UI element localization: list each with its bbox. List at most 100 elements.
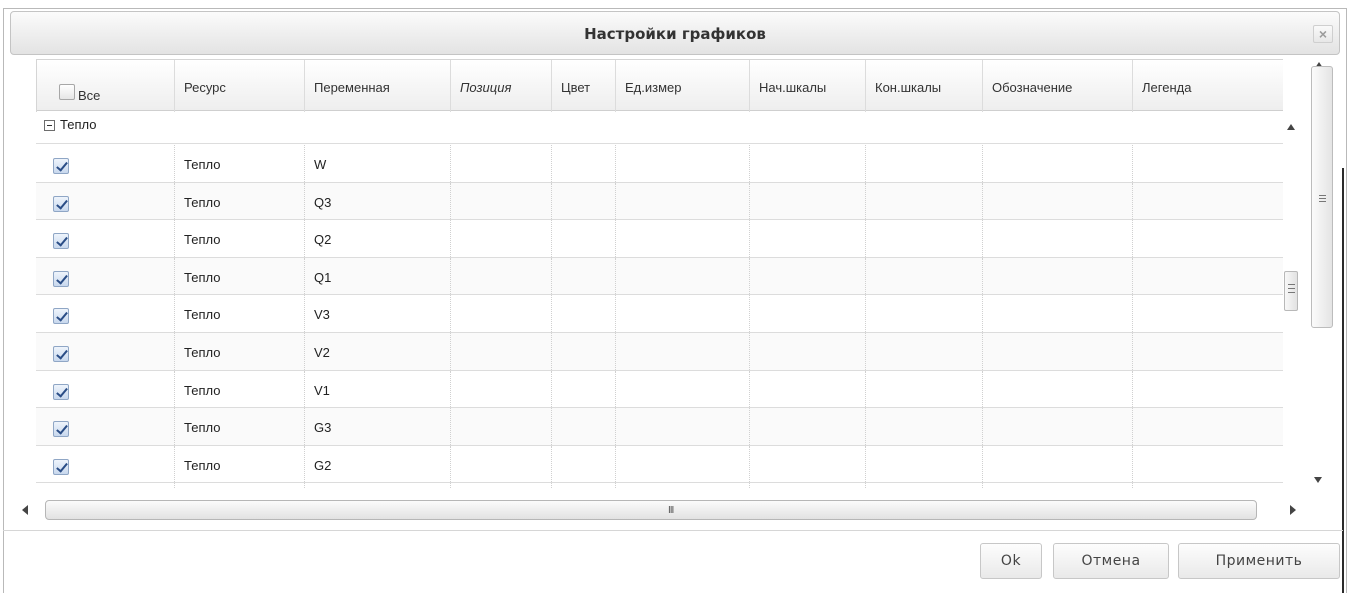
scale-end-cell[interactable] <box>865 408 982 445</box>
table-row[interactable]: Тепло G2 <box>36 445 1283 484</box>
row-select-cell[interactable] <box>36 333 174 370</box>
col-scale-end-header[interactable]: Кон.шкалы <box>865 60 982 112</box>
color-cell[interactable] <box>551 145 615 182</box>
position-cell[interactable] <box>450 145 551 182</box>
legend-cell[interactable] <box>1132 332 1283 370</box>
resource-cell[interactable]: Тепло <box>174 145 304 182</box>
close-icon[interactable]: × <box>1313 25 1333 43</box>
table-row[interactable]: Тепло V1 <box>36 370 1283 409</box>
scale-end-cell[interactable] <box>865 370 982 408</box>
row-checkbox[interactable] <box>53 158 69 174</box>
legend-cell[interactable] <box>1132 295 1283 332</box>
scale-start-cell[interactable] <box>749 370 865 408</box>
color-cell[interactable] <box>551 408 615 445</box>
row-select-cell[interactable] <box>36 446 174 483</box>
row-checkbox[interactable] <box>53 383 69 400</box>
row-checkbox[interactable] <box>53 458 69 475</box>
designation-cell[interactable] <box>982 220 1132 257</box>
scale-start-cell[interactable] <box>749 445 865 483</box>
unit-cell[interactable] <box>615 182 749 220</box>
arrow-up-icon[interactable] <box>1287 124 1295 130</box>
unit-cell[interactable] <box>615 332 749 370</box>
color-cell[interactable] <box>551 332 615 370</box>
grid-vertical-scroll-thumb[interactable] <box>1284 271 1298 311</box>
arrow-right-icon[interactable] <box>1290 505 1296 515</box>
col-resource-header[interactable]: Ресурс <box>174 60 304 112</box>
row-select-cell[interactable] <box>36 371 174 408</box>
scale-end-cell[interactable] <box>865 295 982 332</box>
designation-cell[interactable] <box>982 257 1132 295</box>
legend-cell[interactable] <box>1132 370 1283 408</box>
row-checkbox[interactable] <box>53 345 69 362</box>
col-legend-header[interactable]: Легенда <box>1132 60 1283 112</box>
table-row[interactable]: Тепло W <box>36 145 1283 183</box>
color-cell[interactable] <box>551 220 615 257</box>
scale-end-cell[interactable] <box>865 145 982 182</box>
designation-cell[interactable] <box>982 370 1132 408</box>
scale-start-cell[interactable] <box>749 332 865 370</box>
row-checkbox[interactable] <box>53 308 69 325</box>
scale-end-cell[interactable] <box>865 182 982 220</box>
position-cell[interactable] <box>450 220 551 257</box>
scale-start-cell[interactable] <box>749 257 865 295</box>
designation-cell[interactable] <box>982 145 1132 182</box>
designation-cell[interactable] <box>982 332 1132 370</box>
col-variable-header[interactable]: Переменная <box>304 60 450 112</box>
unit-cell[interactable] <box>615 145 749 182</box>
resource-cell[interactable]: Тепло <box>174 445 304 483</box>
col-unit-header[interactable]: Ед.измер <box>615 60 749 112</box>
unit-cell[interactable] <box>615 257 749 295</box>
scale-start-cell[interactable] <box>749 220 865 257</box>
row-select-cell[interactable] <box>36 295 174 332</box>
resource-cell[interactable]: Тепло <box>174 295 304 332</box>
table-row[interactable]: Тепло Q3 <box>36 182 1283 221</box>
color-cell[interactable] <box>551 370 615 408</box>
legend-cell[interactable] <box>1132 220 1283 257</box>
horizontal-scrollbar-thumb[interactable]: III <box>45 500 1257 520</box>
col-position-header[interactable]: Позиция <box>450 60 551 112</box>
legend-cell[interactable] <box>1132 257 1283 295</box>
position-cell[interactable] <box>450 182 551 220</box>
unit-cell[interactable] <box>615 445 749 483</box>
scale-end-cell[interactable] <box>865 445 982 483</box>
legend-cell[interactable] <box>1132 145 1283 182</box>
cancel-button[interactable]: Отмена <box>1053 543 1169 579</box>
table-row[interactable]: Тепло Q2 <box>36 220 1283 258</box>
table-row[interactable] <box>36 483 1283 489</box>
ok-button[interactable]: Ok <box>980 543 1042 579</box>
col-select-all-header[interactable]: Все <box>36 60 174 112</box>
group-row-teplo[interactable]: Тепло <box>36 111 1283 144</box>
variable-cell[interactable]: V2 <box>304 332 450 370</box>
color-cell[interactable] <box>551 295 615 332</box>
unit-cell[interactable] <box>615 408 749 445</box>
position-cell[interactable] <box>450 332 551 370</box>
col-scale-start-header[interactable]: Нач.шкалы <box>749 60 865 112</box>
resource-cell[interactable]: Тепло <box>174 182 304 220</box>
scale-end-cell[interactable] <box>865 220 982 257</box>
arrow-down-icon[interactable] <box>1314 477 1322 483</box>
scale-start-cell[interactable] <box>749 182 865 220</box>
row-checkbox[interactable] <box>53 195 69 212</box>
position-cell[interactable] <box>450 257 551 295</box>
table-row[interactable]: Тепло Q1 <box>36 257 1283 296</box>
scale-start-cell[interactable] <box>749 295 865 332</box>
variable-cell[interactable]: Q1 <box>304 257 450 295</box>
unit-cell[interactable] <box>615 220 749 257</box>
designation-cell[interactable] <box>982 182 1132 220</box>
resource-cell[interactable]: Тепло <box>174 220 304 257</box>
legend-cell[interactable] <box>1132 408 1283 445</box>
row-select-cell[interactable] <box>36 258 174 295</box>
legend-cell[interactable] <box>1132 182 1283 220</box>
select-all-checkbox[interactable] <box>59 84 75 100</box>
variable-cell[interactable]: V3 <box>304 295 450 332</box>
dialog-vertical-scrollbar[interactable] <box>1311 66 1333 328</box>
arrow-left-icon[interactable] <box>22 505 28 515</box>
row-checkbox[interactable] <box>53 233 69 250</box>
row-select-cell[interactable] <box>36 145 174 182</box>
col-color-header[interactable]: Цвет <box>551 60 615 112</box>
resource-cell[interactable]: Тепло <box>174 332 304 370</box>
position-cell[interactable] <box>450 295 551 332</box>
scale-end-cell[interactable] <box>865 257 982 295</box>
scale-start-cell[interactable] <box>749 145 865 182</box>
collapse-icon[interactable] <box>44 120 55 131</box>
